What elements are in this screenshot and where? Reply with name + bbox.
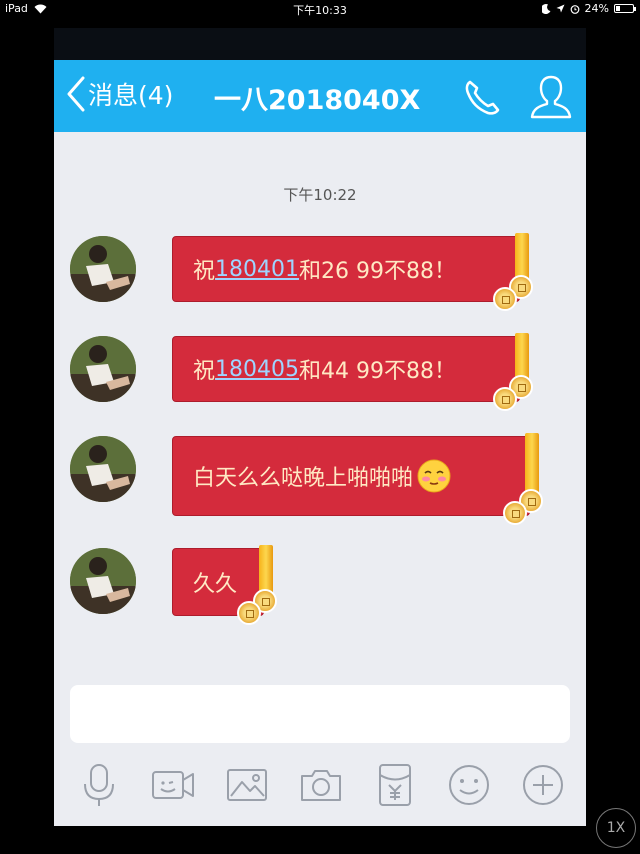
avatar[interactable] [70,336,136,402]
microphone-icon [84,764,114,806]
top-bar [54,28,586,60]
shy-face-emoji [417,459,451,493]
message-prefix: 祝 [193,259,216,284]
status-right: 24% [541,2,636,15]
red-packet-bubble[interactable]: 祝 180405 和44 99不88！ [172,333,533,411]
message-prefix: 祝 [193,359,216,384]
battery-icon [614,4,636,13]
message-text: 白天么么哒晚上啪啪啪 [193,466,414,491]
plus-icon [523,765,563,805]
back-button[interactable]: 消息(4) [66,76,173,112]
avatar-image [70,336,136,402]
coin-icon [493,287,517,311]
phone-icon [465,80,500,115]
avatar-image [70,236,136,302]
coin-icon [493,387,517,411]
avatar-image [70,548,136,614]
message-number-link[interactable]: 180401 [215,257,299,282]
alarm-icon [570,4,579,14]
gold-ribbon [525,433,539,495]
photo-button[interactable] [224,762,270,808]
red-packet-button[interactable] [372,762,418,808]
chat-header: 消息(4) 一八2018040X [54,60,586,132]
emoji-icon [449,765,489,805]
message-text: 久久 [193,572,238,597]
image-icon [227,769,267,801]
profile-button[interactable] [529,74,573,120]
battery-percent: 24% [584,2,609,15]
status-bar: iPad 下午10:33 24% [0,0,640,18]
call-button[interactable] [462,78,502,118]
message-number-link[interactable]: 180405 [215,357,299,382]
avatar[interactable] [70,236,136,302]
red-packet-icon [379,764,411,806]
red-packet-bubble[interactable]: 白天么么哒晚上啪啪啪 [172,433,543,525]
back-label: 消息(4) [88,81,174,110]
input-toolbar [54,750,586,826]
camera-button[interactable] [298,762,344,808]
avatar[interactable] [70,436,136,502]
chat-title: 一八2018040X [214,85,421,116]
battery-fill [616,6,621,11]
coin-icon [503,501,527,525]
voice-button[interactable] [76,762,122,808]
coin-icon [237,601,261,625]
camera-icon [301,770,341,801]
red-packet-bubble[interactable]: 久久 [172,545,277,625]
video-call-button[interactable] [150,762,196,808]
video-call-icon [152,771,194,799]
person-icon [530,75,572,119]
avatar[interactable] [70,548,136,614]
chevron-left-icon [67,76,85,112]
message-timestamp: 下午10:22 [283,186,357,204]
more-button[interactable] [520,762,566,808]
emoji-button[interactable] [446,762,492,808]
message-suffix: 和26 99不88！ [299,259,456,284]
playback-speed-badge[interactable]: 1X [596,808,636,848]
message-input[interactable] [70,685,570,743]
moon-icon [541,3,551,14]
avatar-image [70,436,136,502]
chat-screen: 消息(4) 一八2018040X 下午10:22 祝 180401 和26 99不8… [54,28,586,826]
location-icon [556,4,565,13]
red-packet-bubble[interactable]: 祝 180401 和26 99不88！ [172,233,533,311]
message-suffix: 和44 99不88！ [299,359,456,384]
